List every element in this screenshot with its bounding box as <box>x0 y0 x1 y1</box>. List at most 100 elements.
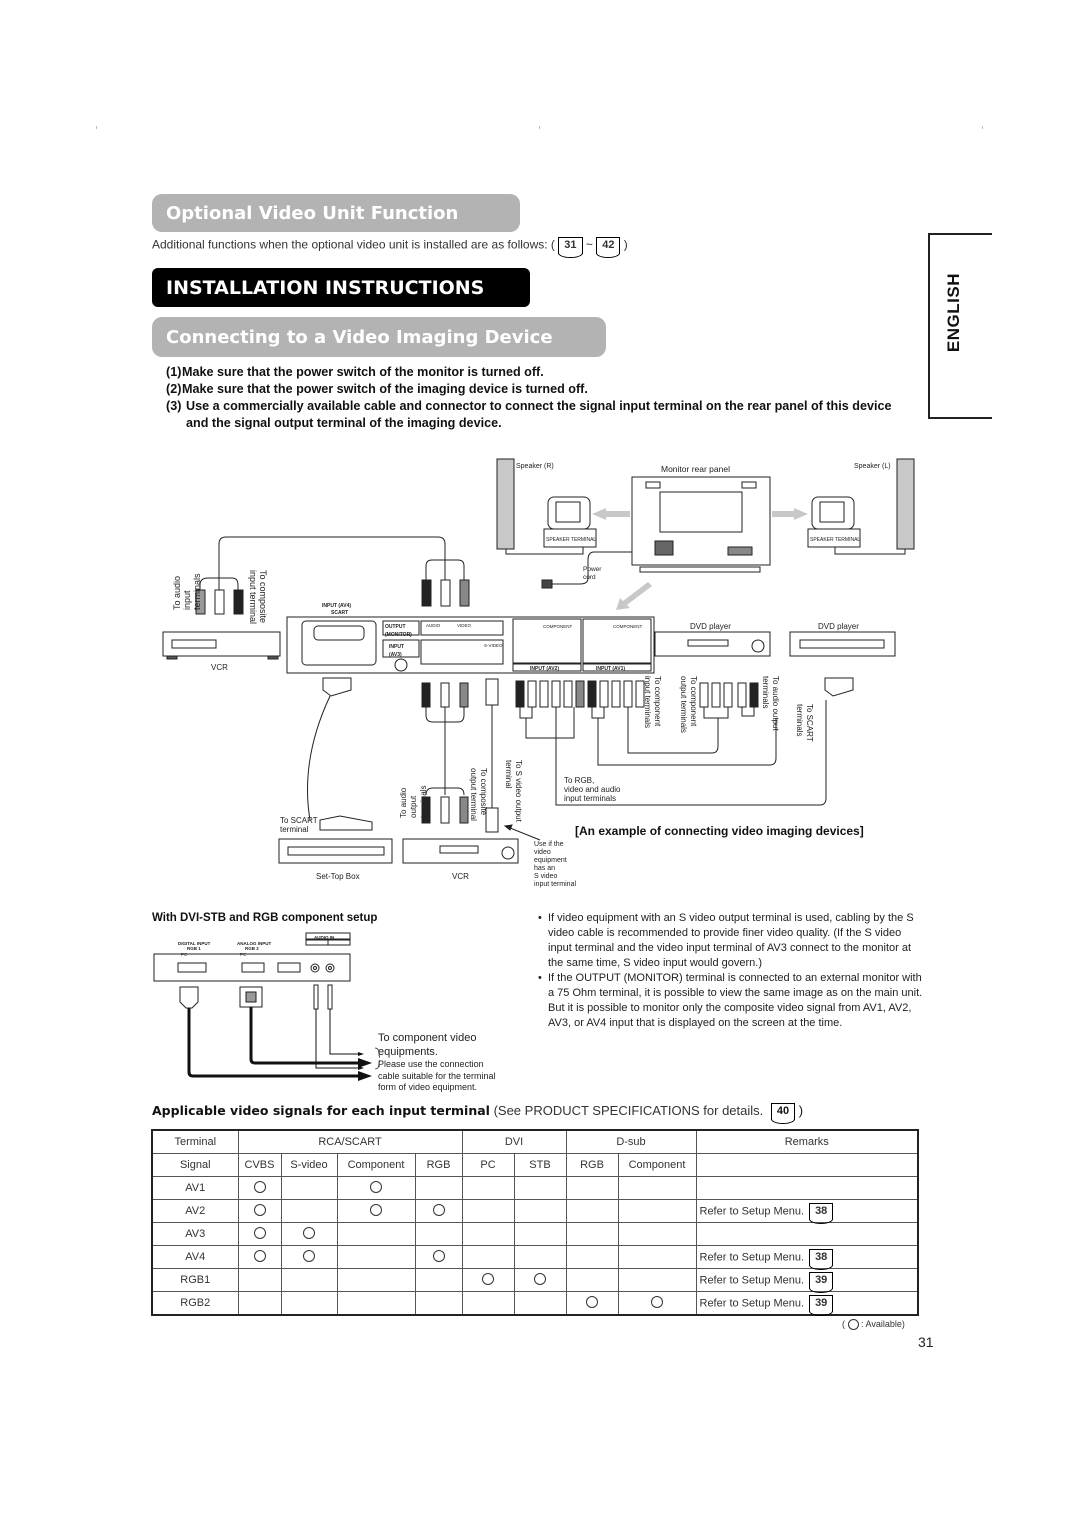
signal-cell <box>513 1245 567 1269</box>
label-speaker-r: Speaker (R) <box>516 463 554 470</box>
signal-pc: PC <box>461 1153 515 1177</box>
remark-text: Refer to Setup Menu. <box>699 1273 805 1286</box>
available-circle-icon <box>303 1249 315 1262</box>
available-circle-icon <box>847 1319 859 1331</box>
signal-component: Component <box>336 1153 416 1177</box>
dvi-note-line: Please use the connection <box>378 1059 484 1069</box>
page-ref-button[interactable]: 38 <box>809 1202 834 1224</box>
dvi-setup-title: With DVI-STB and RGB component setup <box>152 912 378 924</box>
signal-cell <box>617 1222 697 1246</box>
header-rca-scart: RCA/SCART <box>237 1129 463 1154</box>
signal-cell <box>461 1291 515 1316</box>
page-ref-button[interactable]: 38 <box>809 1248 834 1270</box>
terminal-cell: AV3 <box>151 1222 239 1246</box>
label-input-av3: INPUT (AV3) <box>389 644 404 658</box>
label-to-rgb: To RGB, video and audio input terminals <box>564 776 621 803</box>
header-terminal: Terminal <box>151 1129 239 1154</box>
signal-cell <box>461 1268 515 1292</box>
connection-diagram <box>162 458 915 864</box>
signal-cell <box>617 1291 697 1316</box>
signal-cell <box>280 1222 338 1246</box>
available-circle-icon <box>253 1249 266 1262</box>
label-rgb2: RGB 2 <box>245 946 259 951</box>
dvi-note-line: cable suitable for the terminal <box>378 1070 496 1081</box>
label-rgb1: RGB 1 <box>187 946 201 951</box>
signal-cell <box>513 1176 567 1200</box>
legend-text: : Available) <box>861 1319 905 1329</box>
signal-cell <box>237 1176 282 1200</box>
header-remarks: Remarks <box>695 1129 919 1154</box>
remark-text: Refer to Setup Menu. <box>699 1250 805 1263</box>
legend-open: ( <box>842 1319 845 1329</box>
remarks-cell <box>695 1176 919 1200</box>
signal-rgb: RGB <box>414 1153 463 1177</box>
signal-cell <box>414 1291 463 1316</box>
table-row: AV3 <box>151 1222 919 1246</box>
terminal-cell: AV2 <box>151 1199 239 1223</box>
available-circle-icon <box>586 1295 598 1308</box>
table-heading-rest: (See PRODUCT SPECIFICATIONS for details. <box>493 1103 764 1118</box>
speaker-r <box>496 458 515 550</box>
label-vcr-top: VCR <box>211 663 228 672</box>
label-power-cord: Power cord <box>583 566 602 581</box>
signal-cell <box>280 1199 338 1223</box>
label-output-monitor: OUTPUT (MONITOR) <box>385 624 412 638</box>
signal-cell <box>565 1222 619 1246</box>
note-item: • If the OUTPUT (MONITOR) terminal is con… <box>538 971 923 1031</box>
label-scart: SCART <box>331 610 349 616</box>
available-circle-icon <box>534 1272 546 1285</box>
set-top-box <box>278 838 393 864</box>
remarks-cell: Refer to Setup Menu. 38 <box>695 1199 919 1224</box>
dvi-note-line: To component video <box>378 1032 477 1044</box>
remark-text: Refer to Setup Menu. <box>699 1204 805 1217</box>
signal-cell <box>237 1268 282 1292</box>
available-circle-icon <box>253 1203 266 1216</box>
label-audio: AUDIO <box>426 623 441 628</box>
signal-cell <box>414 1245 463 1269</box>
dvi-note: To component video equipments. Please us… <box>378 1031 496 1094</box>
label-set-top-box: Set-Top Box <box>316 872 360 881</box>
signal-cell <box>461 1222 515 1246</box>
label-component-av2: COMPONENT <box>543 624 573 629</box>
page-ref-button[interactable]: 39 <box>809 1271 834 1293</box>
label-vcr-bottom: VCR <box>452 872 469 881</box>
label-input-av2: INPUT (AV2) <box>530 666 560 672</box>
label-use-if-line: Use if the <box>534 841 564 848</box>
label-use-if: Use if the video equipment has an S vide… <box>534 841 576 889</box>
table-heading-close: ) <box>798 1103 804 1118</box>
signal-stb: STB <box>513 1153 567 1177</box>
label-to-audio-output: To audio output terminals <box>761 676 780 731</box>
label-video: VIDEO <box>457 623 472 628</box>
signal-cell <box>565 1268 619 1292</box>
header-dvi: DVI <box>461 1129 567 1154</box>
signal-cell <box>617 1176 697 1200</box>
table-header-row: Terminal RCA/SCART DVI D-sub Remarks <box>151 1129 919 1154</box>
signal-cell <box>237 1291 282 1316</box>
dvi-note-line: equipments. <box>378 1046 438 1058</box>
label-to-component-output: To component output terminals <box>679 676 698 733</box>
page-ref-button[interactable]: 39 <box>809 1294 834 1316</box>
label-pc-1: PC <box>181 952 188 957</box>
vcr-bottom <box>402 838 519 864</box>
available-circle-icon <box>651 1295 663 1308</box>
signal-cell <box>461 1245 515 1269</box>
available-circle-icon <box>253 1180 266 1193</box>
note-text: If the OUTPUT (MONITOR) terminal is conn… <box>548 972 923 1029</box>
signal-cell <box>336 1245 416 1269</box>
remark-text: Refer to Setup Menu. <box>699 1296 805 1309</box>
signal-remarks-empty <box>695 1153 919 1177</box>
available-circle-icon <box>482 1272 494 1285</box>
signal-cell <box>280 1268 338 1292</box>
label-audio-in: AUDIO IN <box>314 935 335 940</box>
signal-cell <box>336 1291 416 1316</box>
signal-cell <box>280 1291 338 1316</box>
label-s-video: S-VIDEO <box>484 643 503 648</box>
signal-dsub-rgb: RGB <box>565 1153 619 1177</box>
table-row: RGB1 Refer to Setup Menu. 39 <box>151 1268 919 1293</box>
page-ref-40[interactable]: 40 <box>770 1103 796 1125</box>
label-to-audio-output-vcr: To audio output terminals <box>399 785 428 818</box>
label-speaker-terminal-l: SPEAKER TERMINAL <box>810 537 861 543</box>
table-heading: Applicable video signals for each input … <box>152 1103 804 1125</box>
available-circle-icon <box>432 1249 445 1262</box>
label-to-rgb-line3: input terminals <box>564 794 617 803</box>
